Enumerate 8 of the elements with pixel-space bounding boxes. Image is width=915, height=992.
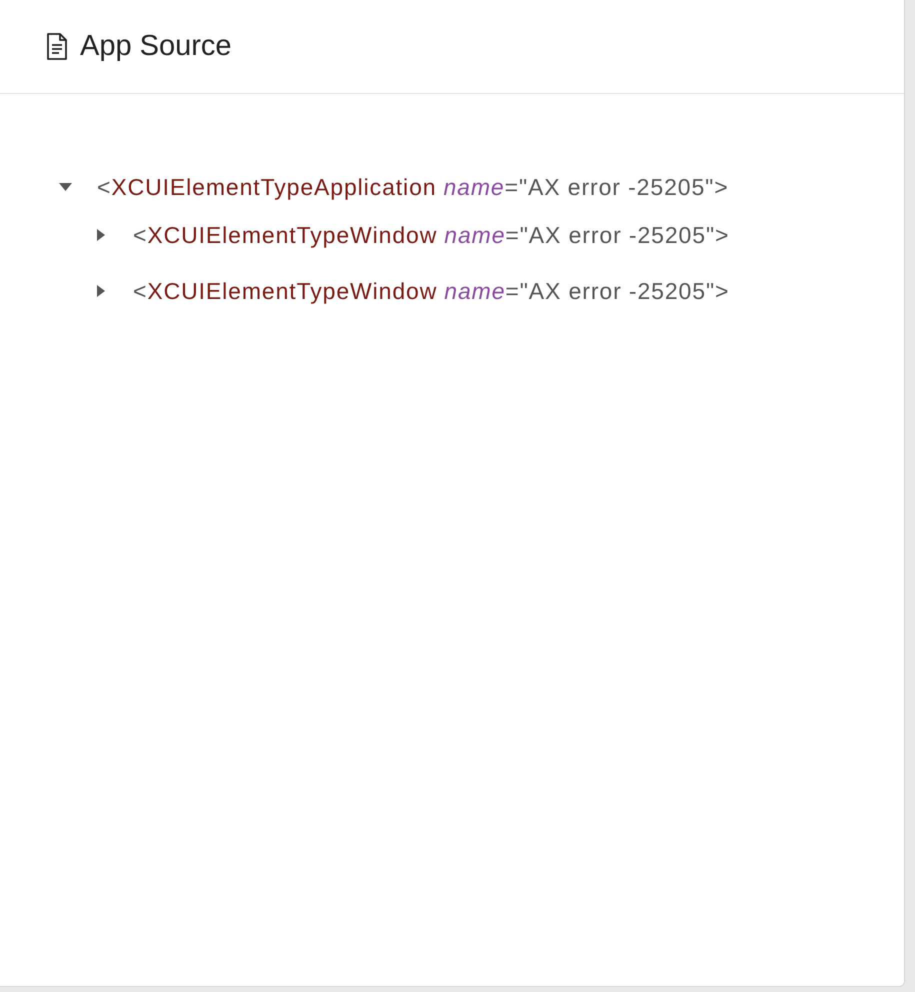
triangle-right-icon[interactable]: [97, 229, 105, 241]
triangle-down-icon[interactable]: [58, 183, 72, 191]
panel-title: App Source: [80, 29, 232, 63]
triangle-right-icon[interactable]: [97, 285, 105, 297]
element-tag[interactable]: <XCUIElementTypeApplication name="AX error -25205">: [97, 173, 729, 201]
element-tag[interactable]: <XCUIElementTypeWindow name="AX error -25205">: [133, 221, 730, 249]
element-tag[interactable]: <XCUIElementTypeWindow name="AX error -25205">: [133, 277, 730, 305]
document-icon: [47, 33, 67, 60]
